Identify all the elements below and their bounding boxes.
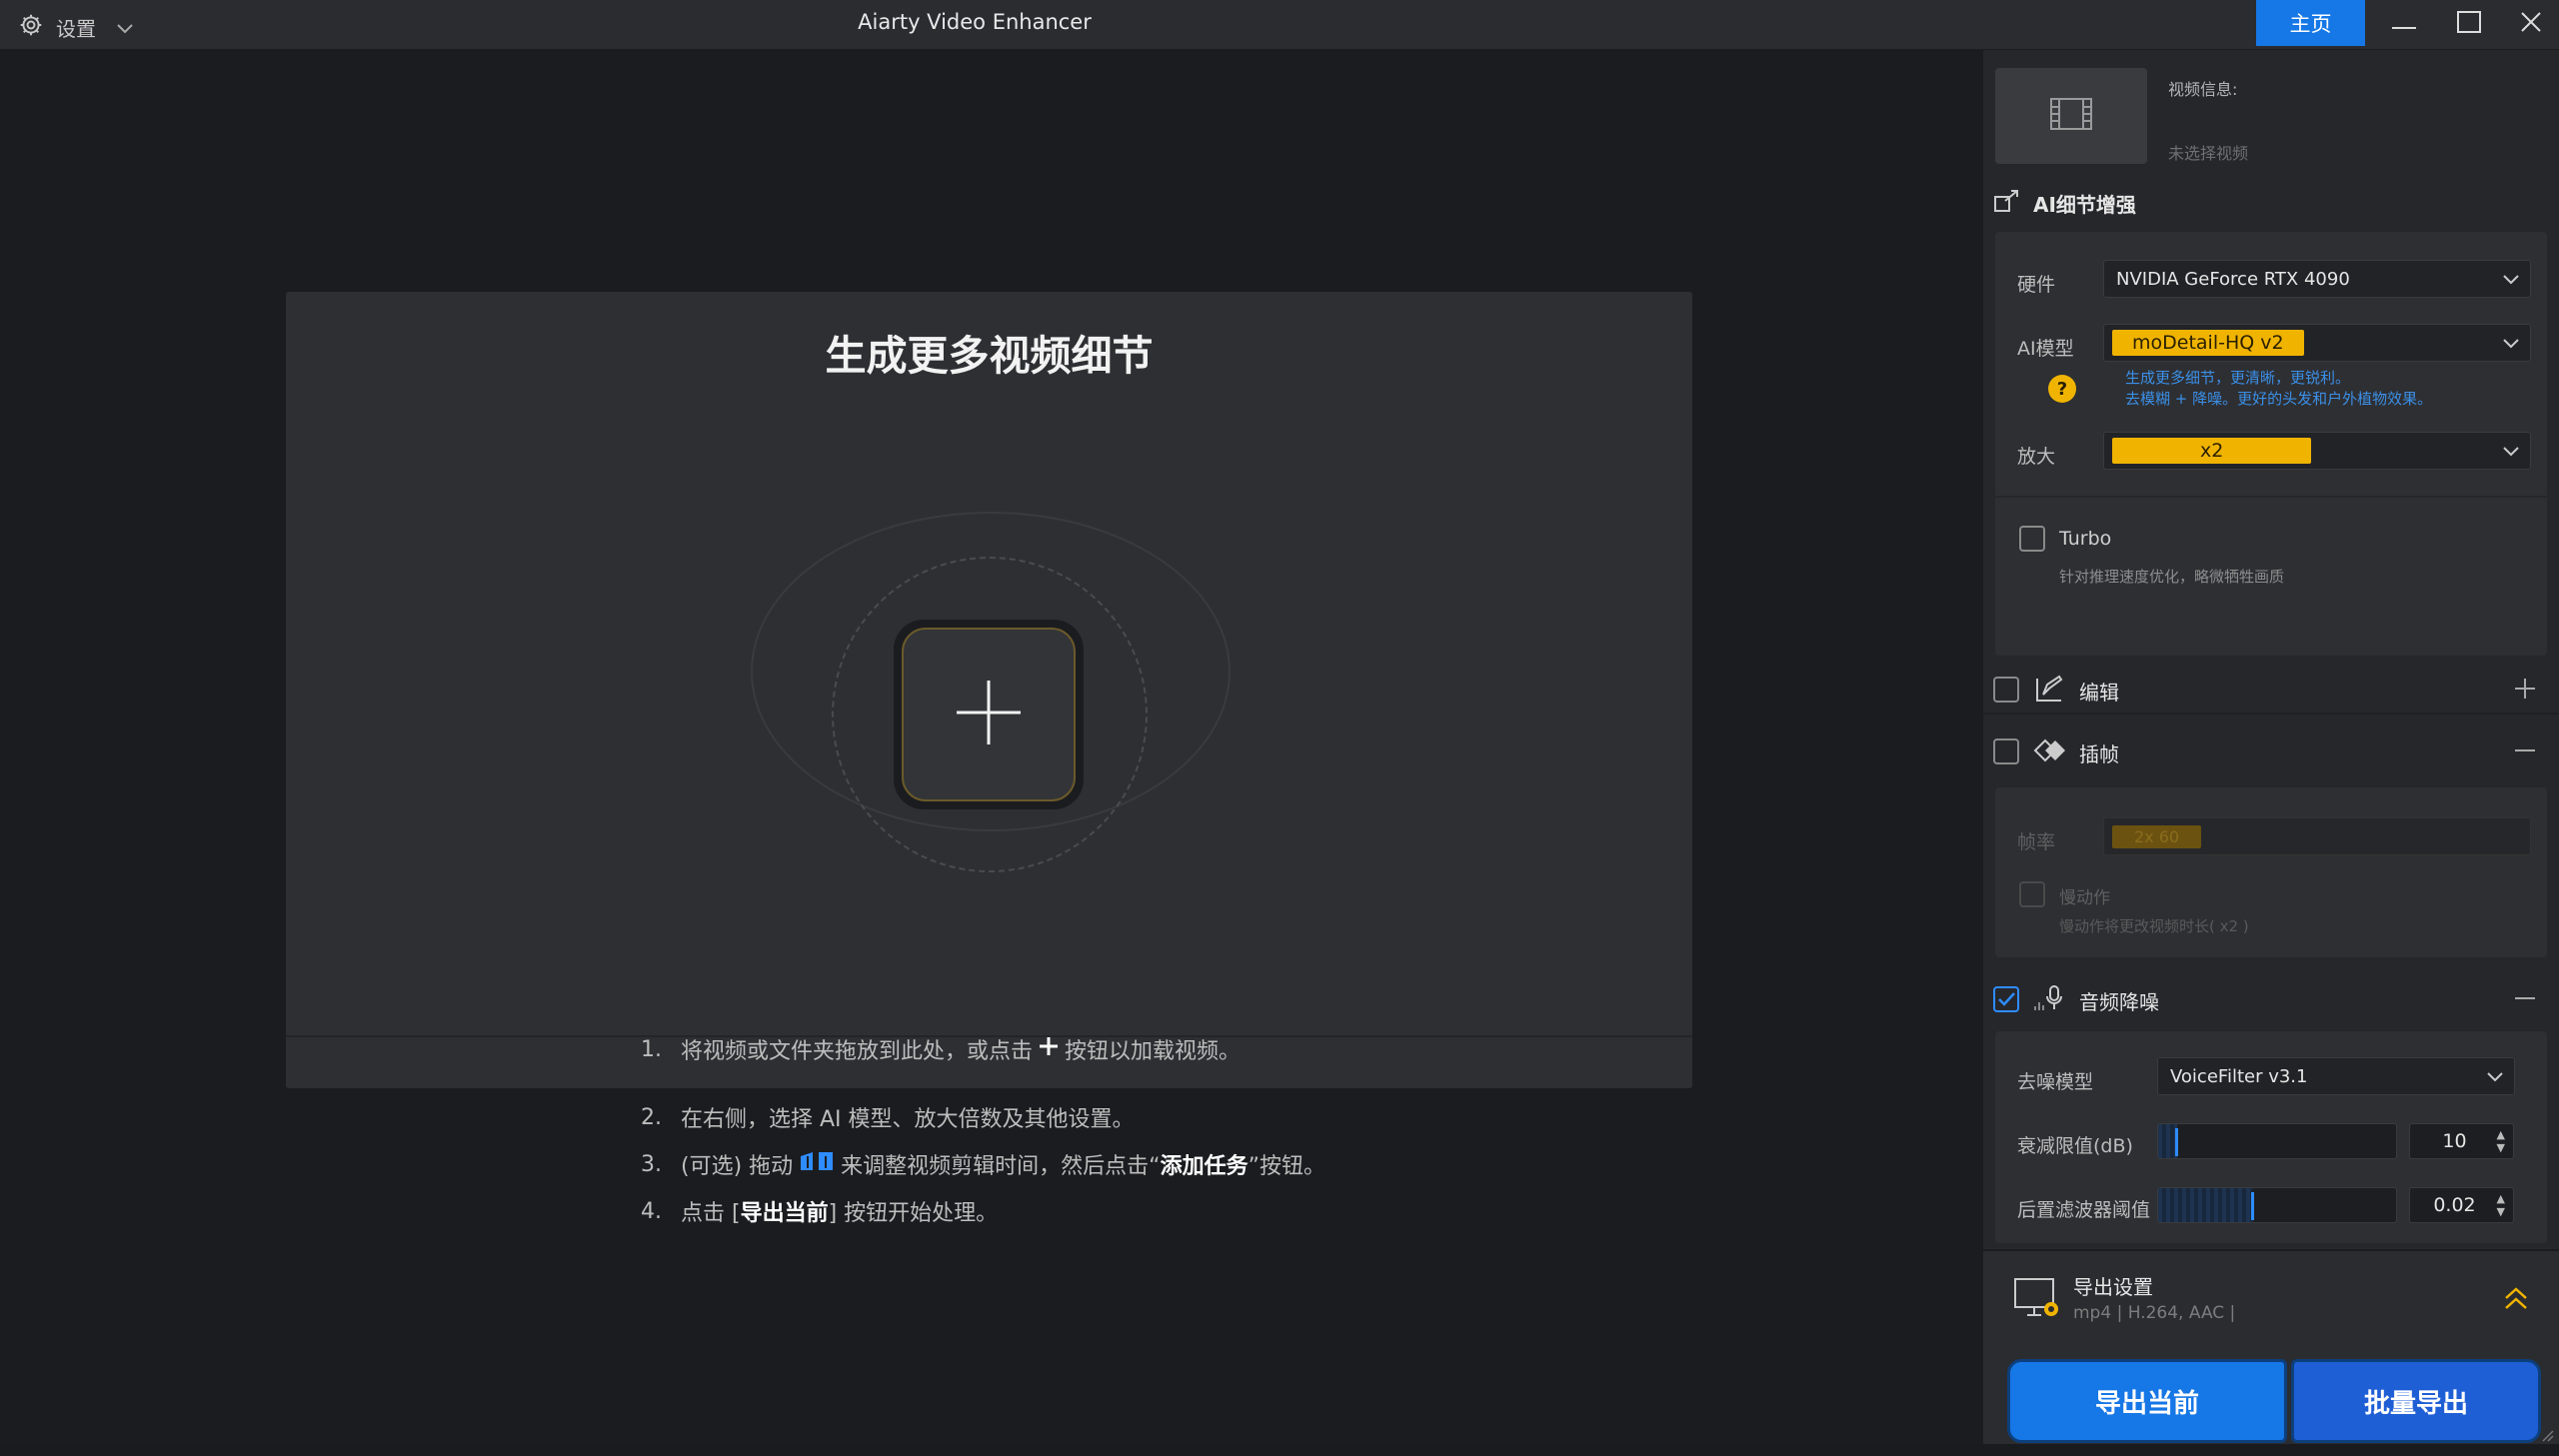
spin-arrows-icon[interactable]: ▲ ▼ xyxy=(2497,1128,2505,1154)
frame-interp-section: 帧率 2x 60 慢动作 慢动作将更改视频时长( x2 ) xyxy=(1995,787,2547,957)
slow-motion-checkbox[interactable] xyxy=(2019,881,2045,907)
audio-denoise-header: 音频降噪 xyxy=(1983,974,2559,1024)
edit-checkbox[interactable] xyxy=(1993,677,2019,703)
edit-title: 编辑 xyxy=(2079,681,2119,705)
post-filter-label: 后置滤波器阈值 xyxy=(2017,1199,2151,1221)
ai-detail-header: AI细节增强 xyxy=(1983,188,2559,218)
edit-icon xyxy=(2035,675,2065,708)
frame-interp-checkbox[interactable] xyxy=(1993,738,2019,764)
step-1: 1. 将视频或文件夹拖放到此处，或点击 按钮以加载视频。 xyxy=(641,1036,1242,1065)
scale-label: 放大 xyxy=(2017,446,2056,468)
export-settings-icon xyxy=(2013,1277,2061,1325)
trim-handle-icon xyxy=(799,1150,835,1178)
ai-model-select[interactable]: moDetail-HQ v2 xyxy=(2103,324,2531,362)
export-settings-title: 导出设置 xyxy=(2073,1275,2153,1299)
denoise-model-label: 去噪模型 xyxy=(2017,1071,2094,1093)
model-description-1: 生成更多细节，更清晰，更锐利。 xyxy=(2125,369,2351,387)
step-3: 3. (可选) 拖动 来调整视频剪辑时间，然后点击“ 添加任务 ”按钮。 xyxy=(641,1150,1325,1180)
audio-denoise-section: 去噪模型 VoiceFilter v3.1 衰减限值(dB) 10 ▲ ▼ 后置滤… xyxy=(1995,1031,2547,1243)
chevron-down-icon xyxy=(2486,1068,2504,1089)
chevron-double-up-icon[interactable] xyxy=(2503,1285,2529,1315)
add-video-button[interactable] xyxy=(894,620,1084,809)
slow-motion-hint: 慢动作将更改视频时长( x2 ) xyxy=(2059,917,2249,935)
minimize-icon xyxy=(2392,15,2416,34)
turbo-checkbox[interactable] xyxy=(2019,526,2045,552)
divider xyxy=(1995,496,2547,498)
fps-label: 帧率 xyxy=(2017,831,2056,853)
hardware-select[interactable]: NVIDIA GeForce RTX 4090 xyxy=(2103,260,2531,298)
slider-handle[interactable] xyxy=(2251,1192,2255,1220)
preview-area: 生成更多视频细节 1. 将视频或文件夹拖放到此处，或点击 按钮以加载视频。 2.… xyxy=(0,50,1981,1444)
audio-denoise-checkbox[interactable] xyxy=(1993,986,2019,1012)
scale-select[interactable]: x2 xyxy=(2103,432,2531,470)
collapse-icon[interactable] xyxy=(2513,738,2537,767)
frame-interp-header: 插帧 xyxy=(1983,727,2559,776)
plus-icon xyxy=(954,678,1024,751)
drop-title: 生成更多视频细节 xyxy=(825,332,1154,380)
plus-icon xyxy=(1039,1036,1059,1062)
ai-detail-section: 硬件 NVIDIA GeForce RTX 4090 AI模型 moDetail… xyxy=(1995,232,2547,656)
app-title: Aiarty Video Enhancer xyxy=(858,10,1092,34)
home-button[interactable]: 主页 xyxy=(2256,0,2365,46)
interp-icon xyxy=(2033,738,2067,767)
export-format: mp4 | H.264, AAC | xyxy=(2073,1303,2236,1323)
close-icon xyxy=(2520,11,2542,37)
title-bar: 设置 Aiarty Video Enhancer 主页 xyxy=(0,0,2559,50)
resize-grip-icon[interactable] xyxy=(2539,1427,2555,1447)
svg-text:?: ? xyxy=(2057,379,2067,400)
enhance-icon xyxy=(1993,189,2021,218)
post-filter-spinbox[interactable]: 0.02 ▲ ▼ xyxy=(2409,1187,2514,1223)
maximize-icon xyxy=(2457,11,2481,37)
post-filter-slider[interactable] xyxy=(2157,1187,2397,1223)
minimize-button[interactable] xyxy=(2384,6,2424,42)
export-area: 导出设置 mp4 | H.264, AAC | 导出当前 批量导出 xyxy=(1983,1249,2559,1444)
step-2: 2. 在右侧，选择 AI 模型、放大倍数及其他设置。 xyxy=(641,1104,1135,1133)
film-icon xyxy=(2049,97,2093,135)
fps-select[interactable]: 2x 60 xyxy=(2103,817,2531,855)
close-button[interactable] xyxy=(2511,6,2551,42)
chevron-down-icon xyxy=(2502,271,2520,292)
video-info-value: 未选择视频 xyxy=(2168,144,2249,163)
attenuation-spinbox[interactable]: 10 ▲ ▼ xyxy=(2409,1123,2514,1159)
turbo-label: Turbo xyxy=(2059,528,2112,550)
export-current-button[interactable]: 导出当前 xyxy=(2007,1359,2287,1443)
denoise-model-select[interactable]: VoiceFilter v3.1 xyxy=(2157,1057,2515,1095)
drop-zone[interactable]: 生成更多视频细节 1. 将视频或文件夹拖放到此处，或点击 按钮以加载视频。 2.… xyxy=(286,292,1692,1226)
turbo-hint: 针对推理速度优化，略微牺牲画质 xyxy=(2059,568,2285,586)
chevron-down-icon xyxy=(2502,443,2520,464)
model-description-2: 去模糊 + 降噪。更好的头发和户外植物效果。 xyxy=(2125,390,2433,408)
chevron-down-icon xyxy=(2502,335,2520,356)
video-info-label: 视频信息: xyxy=(2168,80,2238,99)
settings-panel: 视频信息: 未选择视频 AI细节增强 硬件 NVIDIA GeForce RTX… xyxy=(1981,50,2559,1444)
ai-model-label: AI模型 xyxy=(2017,338,2074,360)
slow-motion-label: 慢动作 xyxy=(2059,888,2110,908)
help-icon[interactable]: ? xyxy=(2047,374,2077,408)
frame-interp-title: 插帧 xyxy=(2079,742,2119,766)
maximize-button[interactable] xyxy=(2449,6,2489,42)
expand-icon[interactable] xyxy=(2513,677,2537,706)
audio-denoise-title: 音频降噪 xyxy=(2079,990,2159,1014)
attenuation-slider[interactable] xyxy=(2157,1123,2397,1159)
collapse-icon[interactable] xyxy=(2513,986,2537,1015)
step-4: 4. 点击 [ 导出当前 ] 按钮开始处理。 xyxy=(641,1198,999,1227)
spin-arrows-icon[interactable]: ▲ ▼ xyxy=(2497,1192,2505,1218)
microphone-icon xyxy=(2033,984,2067,1017)
batch-export-button[interactable]: 批量导出 xyxy=(2291,1359,2541,1443)
slider-handle[interactable] xyxy=(2175,1128,2179,1156)
video-thumbnail xyxy=(1995,68,2147,164)
edit-header: 编辑 xyxy=(1983,665,2559,715)
hardware-label: 硬件 xyxy=(2017,274,2056,296)
attenuation-label: 衰减限值(dB) xyxy=(2017,1135,2133,1157)
